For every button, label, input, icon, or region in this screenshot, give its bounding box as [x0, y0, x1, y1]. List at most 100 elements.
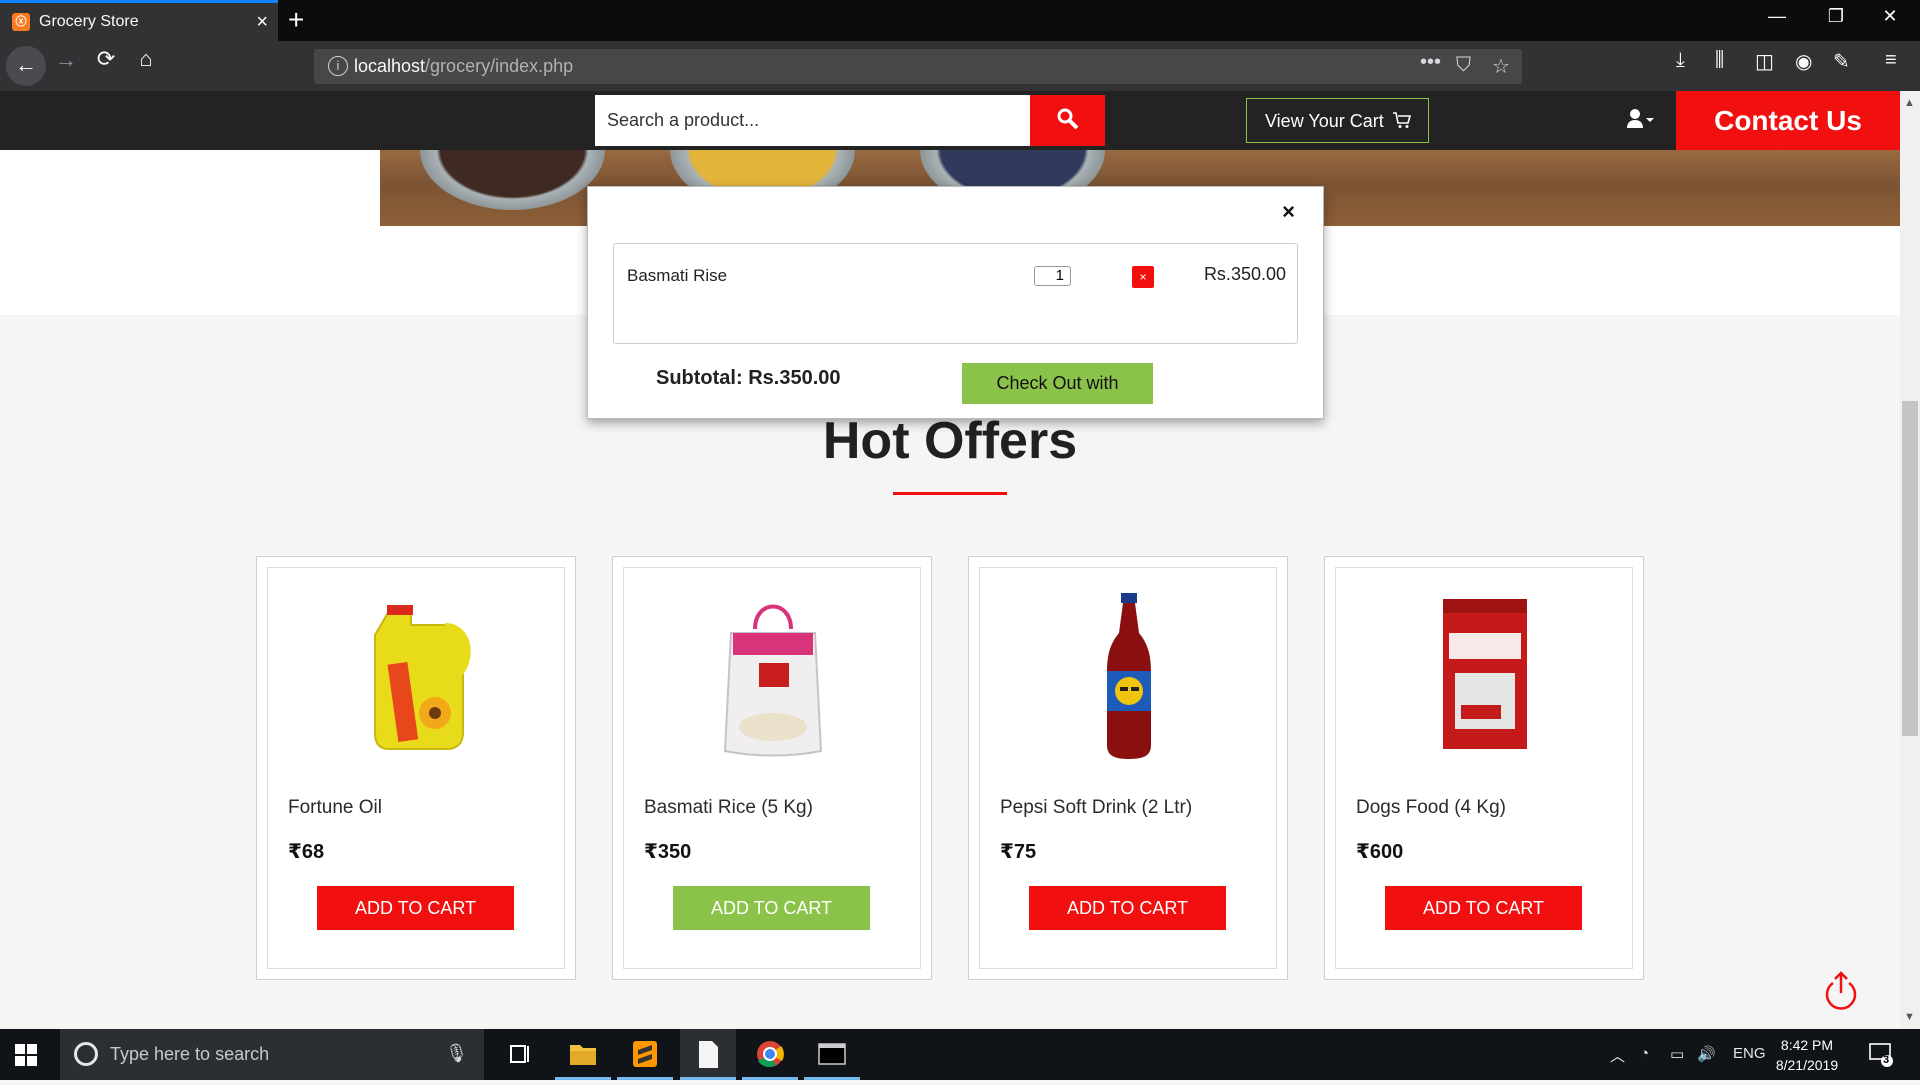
- modal-close-icon[interactable]: ×: [1282, 199, 1295, 225]
- view-cart-label: View Your Cart: [1265, 111, 1384, 131]
- home-icon[interactable]: ⌂: [130, 46, 162, 72]
- windows-taskbar: Type here to search 🎙 ︿ ◔ ▭ 🔊 ENG 8:42 P…: [0, 1029, 1920, 1080]
- site-info-icon[interactable]: i: [328, 56, 348, 76]
- language-indicator[interactable]: ENG: [1733, 1045, 1766, 1062]
- url-path: /grocery/index.php: [425, 56, 574, 76]
- product-price: ₹75: [1000, 841, 1037, 863]
- volume-icon[interactable]: 🔊: [1697, 1045, 1716, 1063]
- notepad-icon[interactable]: [680, 1029, 736, 1080]
- add-to-cart-button[interactable]: ADD TO CART: [1029, 886, 1226, 930]
- browser-nav-bar: ← → ⟳ ⌂ i localhost/grocery/index.php ••…: [0, 41, 1920, 91]
- scroll-down-arrow-icon[interactable]: ▼: [1904, 1011, 1915, 1023]
- title-underline: [893, 492, 1007, 495]
- remove-item-button[interactable]: ×: [1132, 266, 1154, 288]
- add-to-cart-button[interactable]: ADD TO CART: [317, 886, 514, 930]
- sidebar-icon[interactable]: ◫: [1755, 49, 1774, 74]
- product-card: Dogs Food (4 Kg) ₹600 ADD TO CART: [1324, 556, 1644, 980]
- tab-close-icon[interactable]: ×: [256, 9, 268, 35]
- minimize-button[interactable]: —: [1757, 6, 1797, 27]
- add-to-cart-button[interactable]: ADD TO CART: [1385, 886, 1582, 930]
- user-icon: [1627, 109, 1654, 128]
- cart-item-quantity-input[interactable]: 1: [1034, 266, 1071, 286]
- taskbar-search-text: Type here to search: [110, 1044, 270, 1064]
- url-text: localhost/grocery/index.php: [354, 56, 573, 77]
- notification-icon: [1869, 1043, 1893, 1067]
- product-name: Pepsi Soft Drink (2 Ltr): [1000, 797, 1193, 818]
- cart-modal: × Basmati Rise 1 × Rs.350.00 Subtotal: R…: [587, 186, 1324, 419]
- search-icon: [1057, 108, 1078, 130]
- forward-button[interactable]: →: [50, 47, 82, 73]
- scroll-thumb[interactable]: [1902, 401, 1918, 736]
- sublime-glyph-icon: [633, 1041, 657, 1067]
- hot-offers-title: Hot Offers: [822, 412, 1078, 470]
- taskbar-search-box[interactable]: Type here to search 🎙: [60, 1029, 484, 1080]
- taskbar-clock[interactable]: 8:42 PM 8/21/2019: [1772, 1035, 1842, 1075]
- scroll-up-arrow-icon[interactable]: ▲: [1904, 97, 1915, 109]
- product-name: Fortune Oil: [288, 797, 382, 818]
- dog-food-bag-icon: [1443, 599, 1527, 749]
- site-header: View Your Cart Contact Us: [0, 91, 1900, 150]
- product-card: Fortune Oil ₹68 ADD TO CART: [256, 556, 576, 980]
- cart-item-row: Basmati Rise 1 × Rs.350.00: [613, 243, 1298, 344]
- scroll-to-top-icon[interactable]: [1822, 971, 1860, 1011]
- soda-bottle-icon: [1107, 593, 1151, 759]
- chrome-glyph-icon: [757, 1041, 784, 1068]
- library-icon[interactable]: ⫼: [1715, 49, 1724, 72]
- reload-button[interactable]: ⟳: [90, 46, 122, 72]
- cart-icon: [1393, 112, 1412, 128]
- account-icon[interactable]: ◉: [1795, 49, 1812, 74]
- chrome-icon[interactable]: [742, 1029, 798, 1080]
- task-view-icon[interactable]: [492, 1029, 548, 1080]
- xampp-favicon-icon: ⓧ: [12, 13, 30, 31]
- product-card-inner: Fortune Oil ₹68 ADD TO CART: [267, 567, 565, 969]
- network-icon[interactable]: ◔: [1640, 1045, 1649, 1062]
- restore-button[interactable]: ❐: [1816, 6, 1856, 27]
- browser-tab[interactable]: ⓧ Grocery Store ×: [0, 0, 278, 41]
- cart-item-name: Basmati Rise: [627, 266, 728, 285]
- command-prompt-icon[interactable]: [804, 1029, 860, 1080]
- page-scrollbar[interactable]: ▲ ▼: [1900, 91, 1920, 1029]
- terminal-icon: [818, 1043, 846, 1065]
- product-card-inner: Pepsi Soft Drink (2 Ltr) ₹75 ADD TO CART: [979, 567, 1277, 969]
- contact-us-button[interactable]: Contact Us: [1676, 91, 1900, 150]
- menu-icon[interactable]: ≡: [1885, 49, 1897, 72]
- downloads-icon[interactable]: ⤓: [1676, 49, 1685, 72]
- back-button[interactable]: ←: [6, 46, 46, 86]
- cart-item-price: Rs.350.00: [1203, 264, 1286, 284]
- rice-bag-icon: [723, 604, 823, 757]
- product-price: ₹350: [644, 841, 692, 863]
- product-name: Dogs Food (4 Kg): [1356, 797, 1506, 818]
- view-cart-button[interactable]: View Your Cart: [1246, 98, 1429, 143]
- search-button[interactable]: [1030, 95, 1105, 146]
- windows-start-icon[interactable]: [15, 1044, 37, 1066]
- clock-time: 8:42 PM: [1780, 1037, 1834, 1053]
- new-tab-button[interactable]: +: [288, 4, 304, 36]
- product-card-inner: Basmati Rice (5 Kg) ₹350 ADD TO CART: [623, 567, 921, 969]
- show-hidden-icons-icon[interactable]: ︿: [1610, 1045, 1625, 1066]
- add-to-cart-button[interactable]: ADD TO CART: [673, 886, 870, 930]
- product-card: Basmati Rice (5 Kg) ₹350 ADD TO CART: [612, 556, 932, 980]
- bookmark-star-icon[interactable]: ☆: [1492, 54, 1510, 79]
- close-window-button[interactable]: ✕: [1870, 6, 1910, 27]
- product-price: ₹68: [288, 841, 325, 863]
- cart-subtotal: Subtotal: Rs.350.00: [656, 367, 841, 389]
- user-menu-button[interactable]: [1627, 108, 1655, 133]
- action-center-icon[interactable]: 3: [1868, 1041, 1894, 1072]
- tab-title: Grocery Store: [39, 13, 139, 30]
- oil-can-icon: [374, 605, 471, 750]
- notification-count: 3: [1883, 1054, 1890, 1066]
- folder-icon: [570, 1045, 596, 1065]
- search-input[interactable]: [595, 95, 1030, 146]
- sublime-text-icon[interactable]: [617, 1029, 673, 1080]
- document-icon: [699, 1041, 718, 1068]
- page-actions-icon[interactable]: •••: [1420, 51, 1441, 74]
- battery-icon[interactable]: ▭: [1670, 1045, 1684, 1063]
- checkout-button[interactable]: Check Out with: [962, 363, 1153, 404]
- pocket-icon[interactable]: ⛉: [1456, 54, 1471, 77]
- product-card: Pepsi Soft Drink (2 Ltr) ₹75 ADD TO CART: [968, 556, 1288, 980]
- customize-icon[interactable]: ✎: [1833, 49, 1850, 74]
- product-card-inner: Dogs Food (4 Kg) ₹600 ADD TO CART: [1335, 567, 1633, 969]
- microphone-icon[interactable]: 🎙: [445, 1043, 468, 1064]
- url-bar[interactable]: i localhost/grocery/index.php ••• ⛉ ☆: [314, 49, 1522, 84]
- file-explorer-icon[interactable]: [555, 1029, 611, 1080]
